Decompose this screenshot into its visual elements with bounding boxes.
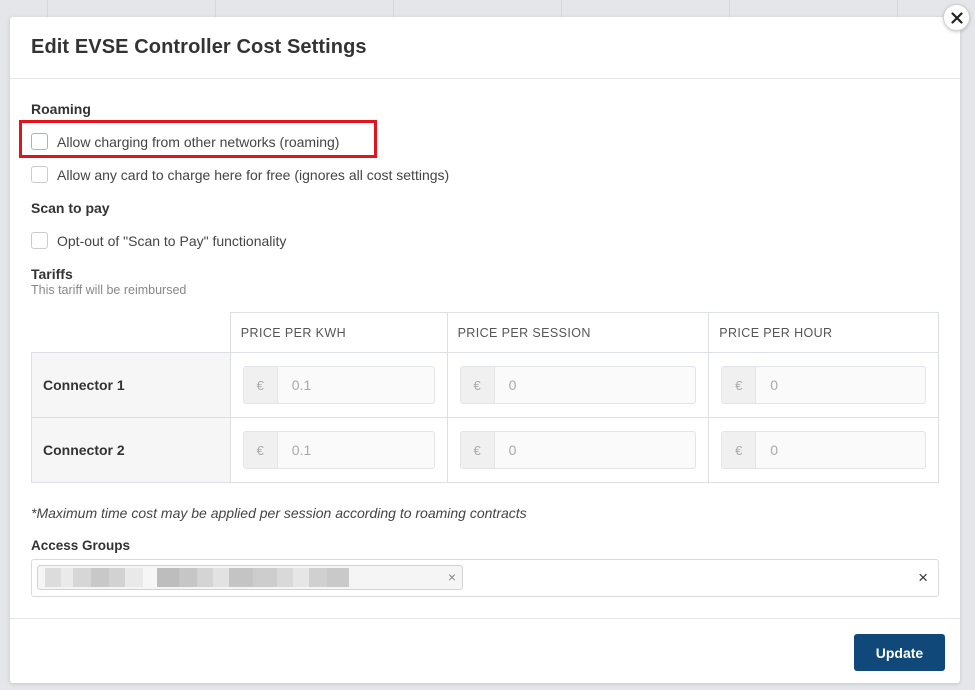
table-cell: € 0.1 (229, 417, 448, 483)
access-groups-label: Access Groups (31, 538, 131, 553)
access-groups-select[interactable]: × × (31, 559, 939, 597)
connector-2-kwh-input[interactable]: € 0.1 (242, 431, 435, 469)
euro-icon: € (243, 367, 278, 403)
tag-remove-icon[interactable]: × (448, 569, 456, 585)
scan-to-pay-opt-out-checkbox[interactable] (31, 232, 48, 249)
connector-2-hour-input[interactable]: € 0 (721, 431, 926, 469)
close-button[interactable] (943, 4, 970, 31)
allow-roaming-option[interactable]: Allow charging from other networks (roam… (31, 133, 339, 150)
free-charging-checkbox[interactable] (31, 166, 48, 183)
free-charging-option[interactable]: Allow any card to charge here for free (… (31, 166, 449, 183)
input-value: 0.1 (291, 377, 312, 393)
access-group-tag: × (37, 565, 463, 590)
tariffs-section-title: Tariffs (31, 266, 73, 282)
allow-roaming-label: Allow charging from other networks (roam… (57, 133, 340, 150)
connector-1-session-input[interactable]: € 0 (459, 366, 697, 404)
connector-2-session-input[interactable]: € 0 (459, 431, 697, 469)
table-cell: € 0 (446, 417, 710, 483)
tariff-table: PRICE PER KWH PRICE PER SESSION PRICE PE… (31, 312, 939, 483)
column-header-session: PRICE PER SESSION (446, 312, 710, 353)
input-value: 0 (508, 377, 517, 393)
tariffs-subtitle: This tariff will be reimbursed (31, 283, 187, 297)
dialog-header: Edit EVSE Controller Cost Settings (10, 17, 960, 79)
table-row: Connector 1 € 0.1 € 0 € 0 (31, 352, 939, 418)
table-cell: € 0.1 (229, 352, 448, 418)
connector-label: Connector 2 (31, 417, 231, 483)
roaming-section-title: Roaming (31, 101, 91, 117)
connector-label: Connector 1 (31, 352, 231, 418)
free-charging-label: Allow any card to charge here for free (… (57, 166, 450, 183)
dialog-footer: Update (10, 618, 960, 683)
column-header-hour: PRICE PER HOUR (708, 312, 939, 353)
table-cell: € 0 (446, 352, 710, 418)
scan-to-pay-section-title: Scan to pay (31, 200, 110, 216)
redacted-tag-text (45, 568, 349, 587)
connector-1-kwh-input[interactable]: € 0.1 (242, 366, 435, 404)
input-value: 0 (770, 377, 779, 393)
table-cell: € 0 (708, 352, 939, 418)
input-value: 0.1 (291, 442, 312, 458)
roaming-note: *Maximum time cost may be applied per se… (31, 505, 527, 521)
table-row: Connector 2 € 0.1 € 0 € 0 (31, 417, 939, 483)
euro-icon: € (460, 367, 495, 403)
input-value: 0 (508, 442, 517, 458)
table-cell: € 0 (708, 417, 939, 483)
table-corner (31, 312, 231, 353)
dialog-title: Edit EVSE Controller Cost Settings (31, 36, 367, 58)
cost-settings-dialog: Edit EVSE Controller Cost Settings Roami… (10, 17, 960, 683)
euro-icon: € (460, 432, 495, 468)
connector-1-hour-input[interactable]: € 0 (721, 366, 926, 404)
clear-selection-icon[interactable]: × (918, 568, 928, 588)
euro-icon: € (722, 432, 757, 468)
scan-to-pay-opt-out-label: Opt-out of "Scan to Pay" functionality (57, 232, 287, 249)
update-button[interactable]: Update (854, 634, 945, 671)
euro-icon: € (722, 367, 757, 403)
allow-roaming-checkbox[interactable] (31, 133, 48, 150)
column-header-kwh: PRICE PER KWH (229, 312, 448, 353)
close-icon (950, 11, 963, 24)
euro-icon: € (243, 432, 278, 468)
scan-to-pay-opt-out-option[interactable]: Opt-out of "Scan to Pay" functionality (31, 232, 286, 249)
input-value: 0 (770, 442, 779, 458)
